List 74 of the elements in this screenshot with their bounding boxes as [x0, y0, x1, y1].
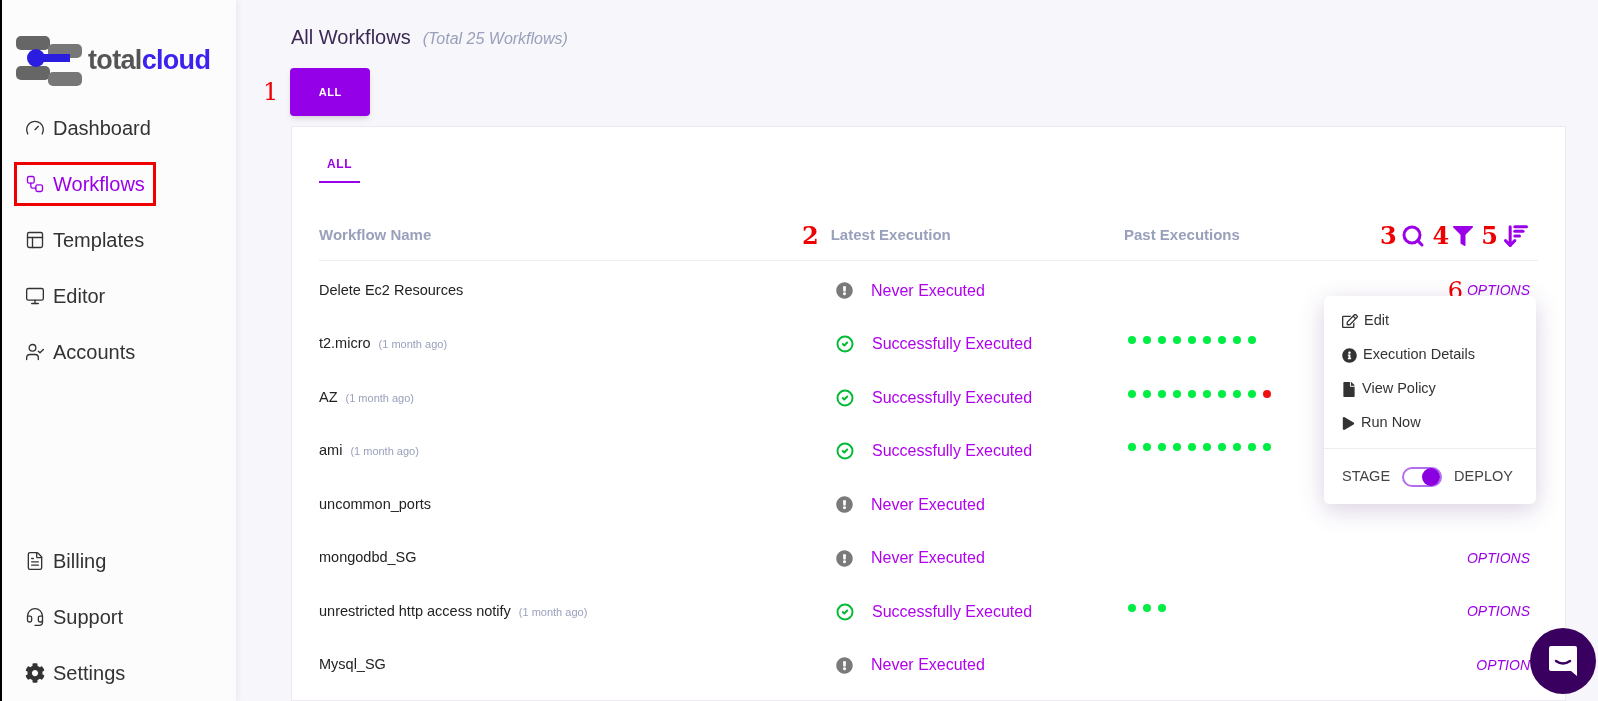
annotation-number: 2	[802, 223, 819, 248]
layout-icon	[25, 230, 45, 250]
column-header: Workflow Name	[319, 225, 432, 246]
document-icon	[1342, 381, 1356, 397]
last-run-time: (1 month ago)	[518, 604, 588, 620]
workflow-name: mongodbd_SG	[319, 548, 417, 568]
annotation-number: 5	[1481, 223, 1498, 248]
menu-item[interactable]: Edit	[1324, 304, 1536, 338]
deploy-label: DEPLOY	[1454, 466, 1513, 486]
execution-status: Never Executed	[871, 494, 985, 515]
all-filter-button[interactable]: ALL	[290, 68, 371, 116]
options-link[interactable]: OPTIONS	[1467, 601, 1530, 623]
workflow-name: Delete Ec2 Resources	[319, 280, 464, 300]
filter-button[interactable]	[1453, 225, 1474, 246]
execution-status: Successfully Executed	[872, 334, 1033, 355]
last-run-time: (1 month ago)	[350, 444, 419, 460]
page-title: All Workflows	[291, 25, 411, 50]
tab[interactable]: ALL	[319, 155, 361, 183]
column-header: Latest Execution	[830, 225, 951, 246]
execution-status: Successfully Executed	[872, 601, 1033, 622]
workflow-name: Mysql_SG	[319, 655, 386, 675]
sidebar-item[interactable]: Accounts	[14, 330, 147, 374]
last-run-time: (1 month ago)	[345, 390, 414, 406]
workflow-name: unrestricted http access notify	[319, 601, 511, 621]
info-icon	[1342, 347, 1357, 363]
annotation-number: 4	[1432, 223, 1450, 248]
sidebar-item[interactable]: Templates	[14, 218, 156, 262]
flowchart-icon	[25, 174, 45, 194]
annotation-number: 1	[263, 80, 279, 104]
exclamation-icon	[836, 496, 853, 514]
sidebar-item[interactable]: Billing	[14, 539, 118, 583]
menu-item[interactable]: Run Now	[1324, 406, 1536, 440]
exclamation-icon	[836, 282, 853, 300]
sidebar-item[interactable]: Workflows	[14, 162, 156, 206]
sidebar-item[interactable]: Settings	[14, 651, 137, 695]
execution-status: Successfully Executed	[872, 387, 1033, 408]
search-button[interactable]	[1400, 223, 1425, 248]
column-header: Past Executions	[1124, 225, 1240, 246]
sidebar-item[interactable]: Editor	[14, 274, 117, 318]
menu-item[interactable]: Execution Details	[1324, 338, 1536, 372]
document-icon	[25, 551, 45, 571]
last-run-time: (1 month ago)	[378, 337, 448, 353]
workflow-name: t2.micro	[319, 334, 371, 354]
execution-status: Never Executed	[871, 655, 985, 676]
options-link[interactable]: OPTION	[1476, 654, 1530, 676]
headset-icon	[25, 607, 45, 627]
check-circle-icon	[836, 388, 854, 407]
execution-status: Never Executed	[871, 548, 985, 569]
chat-bubble-icon	[1547, 644, 1579, 678]
play-icon	[1342, 416, 1355, 430]
exclamation-icon	[836, 656, 853, 674]
sidebar-item[interactable]: Dashboard	[14, 106, 162, 150]
user-icon	[25, 342, 45, 362]
execution-status: Never Executed	[871, 280, 985, 301]
menu-item[interactable]: View Policy	[1324, 372, 1536, 406]
options-link[interactable]: OPTIONS	[1467, 280, 1530, 302]
check-circle-icon	[836, 442, 854, 461]
monitor-icon	[25, 286, 45, 306]
workflow-name: AZ	[319, 387, 338, 407]
workflow-count: (Total 25 Workflows)	[422, 29, 568, 49]
execution-status: Successfully Executed	[872, 441, 1033, 462]
sidebar-item[interactable]: Support	[14, 595, 135, 639]
annotation-number: 3	[1379, 223, 1397, 248]
workflow-name: ami	[319, 441, 343, 461]
logo-text: totalcloud	[88, 43, 211, 77]
exclamation-icon	[836, 549, 853, 567]
check-circle-icon	[836, 602, 854, 621]
options-link[interactable]: OPTIONS	[1467, 547, 1530, 569]
edit-icon	[1342, 313, 1358, 329]
stage-deploy-switch[interactable]	[1402, 466, 1443, 487]
stage-label: STAGE	[1342, 466, 1391, 486]
workflow-name: uncommon_ports	[319, 494, 432, 514]
check-circle-icon	[836, 335, 854, 354]
settings-icon	[25, 663, 45, 683]
